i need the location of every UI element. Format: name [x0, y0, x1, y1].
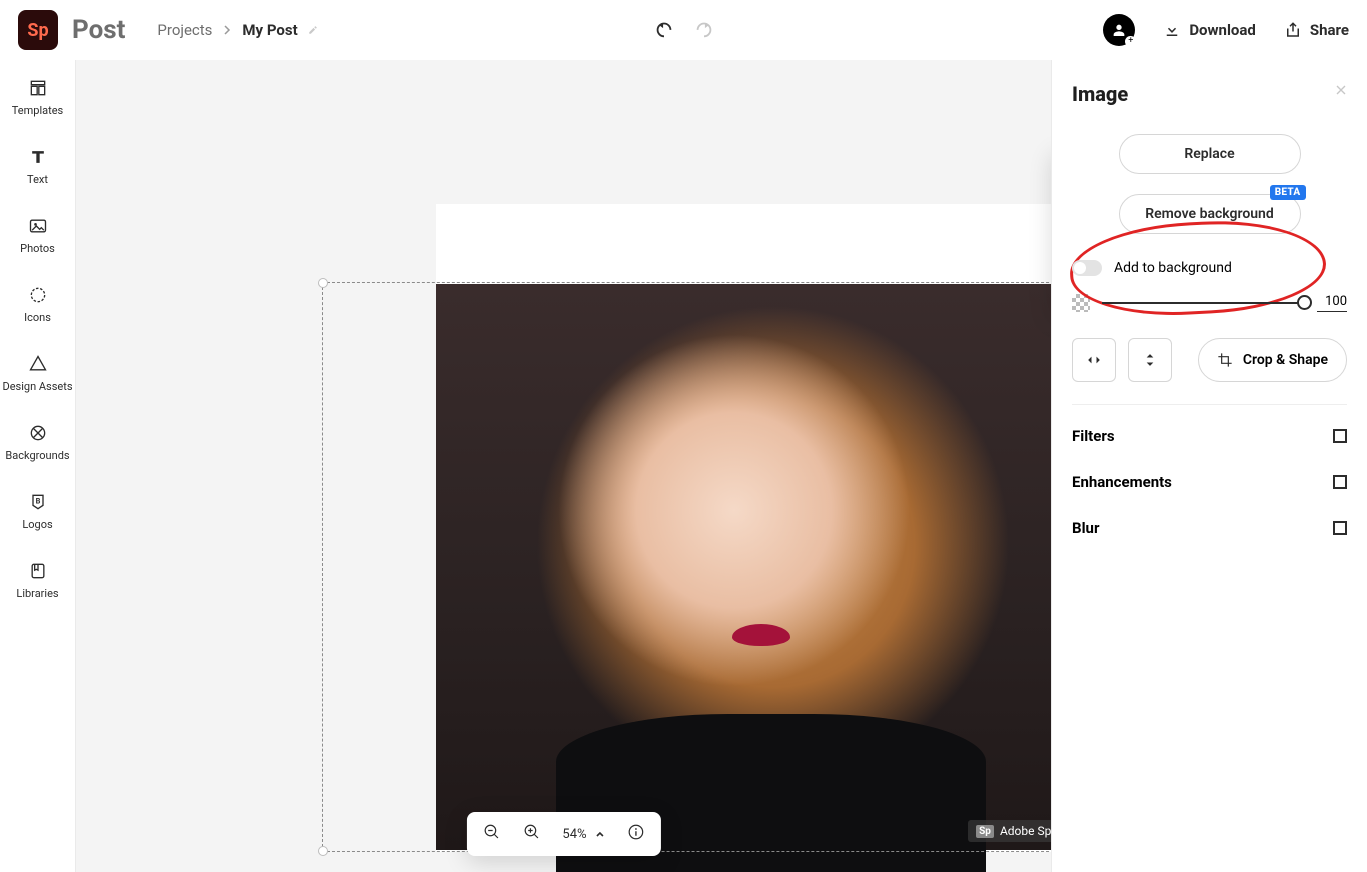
expand-icon — [1333, 521, 1347, 535]
zoom-dropdown[interactable]: 54% — [562, 827, 604, 842]
download-button[interactable]: Download — [1163, 21, 1256, 39]
nav-logos[interactable]: B Logos — [0, 492, 75, 531]
crop-shape-label: Crop & Shape — [1243, 352, 1328, 368]
replace-button[interactable]: Replace — [1119, 134, 1301, 174]
nav-text[interactable]: Text — [0, 147, 75, 186]
slider-thumb[interactable] — [1297, 295, 1312, 310]
templates-icon — [28, 78, 48, 98]
chevron-up-icon — [595, 829, 605, 839]
enhancements-label: Enhancements — [1072, 473, 1172, 491]
resize-handle-tl[interactable] — [318, 278, 328, 288]
rename-icon[interactable] — [308, 21, 318, 39]
zoom-in-icon[interactable] — [522, 823, 540, 845]
nav-label: Libraries — [16, 587, 58, 600]
icons-icon — [28, 285, 48, 305]
zoom-value: 54% — [562, 827, 586, 842]
zoom-bar: 54% — [466, 812, 660, 856]
photos-icon — [28, 216, 48, 236]
selection-box[interactable] — [322, 282, 1084, 852]
nav-label: Design Assets — [2, 380, 72, 393]
nav-label: Logos — [22, 518, 52, 531]
share-icon — [1284, 21, 1302, 39]
resize-handle-bl[interactable] — [318, 846, 328, 856]
panel-title: Image — [1072, 82, 1347, 106]
nav-label: Templates — [12, 104, 63, 117]
close-icon[interactable] — [1333, 82, 1349, 98]
undo-icon[interactable] — [653, 18, 675, 40]
share-button[interactable]: Share — [1284, 21, 1349, 39]
filters-accordion[interactable]: Filters — [1072, 413, 1347, 459]
crop-icon — [1217, 352, 1233, 368]
add-to-background-label: Add to background — [1114, 260, 1232, 276]
text-icon — [28, 147, 48, 167]
crop-shape-button[interactable]: Crop & Shape — [1198, 338, 1347, 382]
info-icon[interactable] — [627, 823, 645, 845]
nav-icons[interactable]: Icons — [0, 285, 75, 324]
redo-icon — [693, 18, 715, 40]
nav-design-assets[interactable]: Design Assets — [0, 354, 75, 393]
nav-label: Icons — [24, 311, 51, 324]
svg-text:B: B — [35, 497, 40, 506]
beta-badge: BETA — [1270, 185, 1306, 200]
nav-label: Text — [27, 173, 48, 186]
expand-icon — [1333, 475, 1347, 489]
app-logo-text: Sp — [27, 20, 48, 41]
flip-vertical-icon — [1140, 350, 1160, 370]
app-name: Post — [72, 15, 125, 45]
left-nav: Templates Text Photos Icons Design Asset… — [0, 60, 76, 872]
breadcrumb-current[interactable]: My Post — [242, 21, 297, 39]
expand-icon — [1333, 429, 1347, 443]
breadcrumb-root[interactable]: Projects — [157, 21, 212, 39]
canvas[interactable]: Sp Adobe Spark 54% — [76, 60, 1051, 872]
app-logo[interactable]: Sp — [18, 10, 58, 50]
download-label: Download — [1189, 21, 1256, 39]
nav-photos[interactable]: Photos — [0, 216, 75, 255]
zoom-out-icon[interactable] — [482, 823, 500, 845]
opacity-value[interactable]: 100 — [1317, 294, 1347, 312]
breadcrumb: Projects My Post — [157, 21, 317, 39]
remove-background-button[interactable]: Remove background BETA — [1119, 194, 1301, 234]
add-to-background-toggle[interactable] — [1072, 260, 1102, 276]
filters-label: Filters — [1072, 427, 1115, 445]
divider — [1072, 404, 1347, 405]
opacity-icon — [1072, 294, 1090, 312]
opacity-slider[interactable] — [1102, 302, 1305, 304]
plus-badge-icon: + — [1125, 36, 1136, 47]
libraries-icon — [28, 561, 48, 581]
blur-label: Blur — [1072, 519, 1099, 537]
image-panel: Image Replace Remove background BETA Add… — [1051, 60, 1367, 872]
nav-label: Photos — [20, 242, 55, 255]
chevron-right-icon — [222, 25, 232, 35]
blur-accordion[interactable]: Blur — [1072, 505, 1347, 551]
nav-templates[interactable]: Templates — [0, 78, 75, 117]
nav-backgrounds[interactable]: Backgrounds — [0, 423, 75, 462]
replace-label: Replace — [1184, 146, 1234, 162]
backgrounds-icon — [28, 423, 48, 443]
enhancements-accordion[interactable]: Enhancements — [1072, 459, 1347, 505]
share-label: Share — [1310, 21, 1349, 39]
invite-button[interactable]: + — [1103, 14, 1135, 46]
design-assets-icon — [28, 354, 48, 374]
flip-horizontal-button[interactable] — [1072, 338, 1116, 382]
download-icon — [1163, 21, 1181, 39]
logos-icon: B — [28, 492, 48, 512]
nav-label: Backgrounds — [5, 449, 69, 462]
flip-vertical-button[interactable] — [1128, 338, 1172, 382]
flip-horizontal-icon — [1084, 350, 1104, 370]
remove-background-label: Remove background — [1145, 206, 1274, 222]
nav-libraries[interactable]: Libraries — [0, 561, 75, 600]
